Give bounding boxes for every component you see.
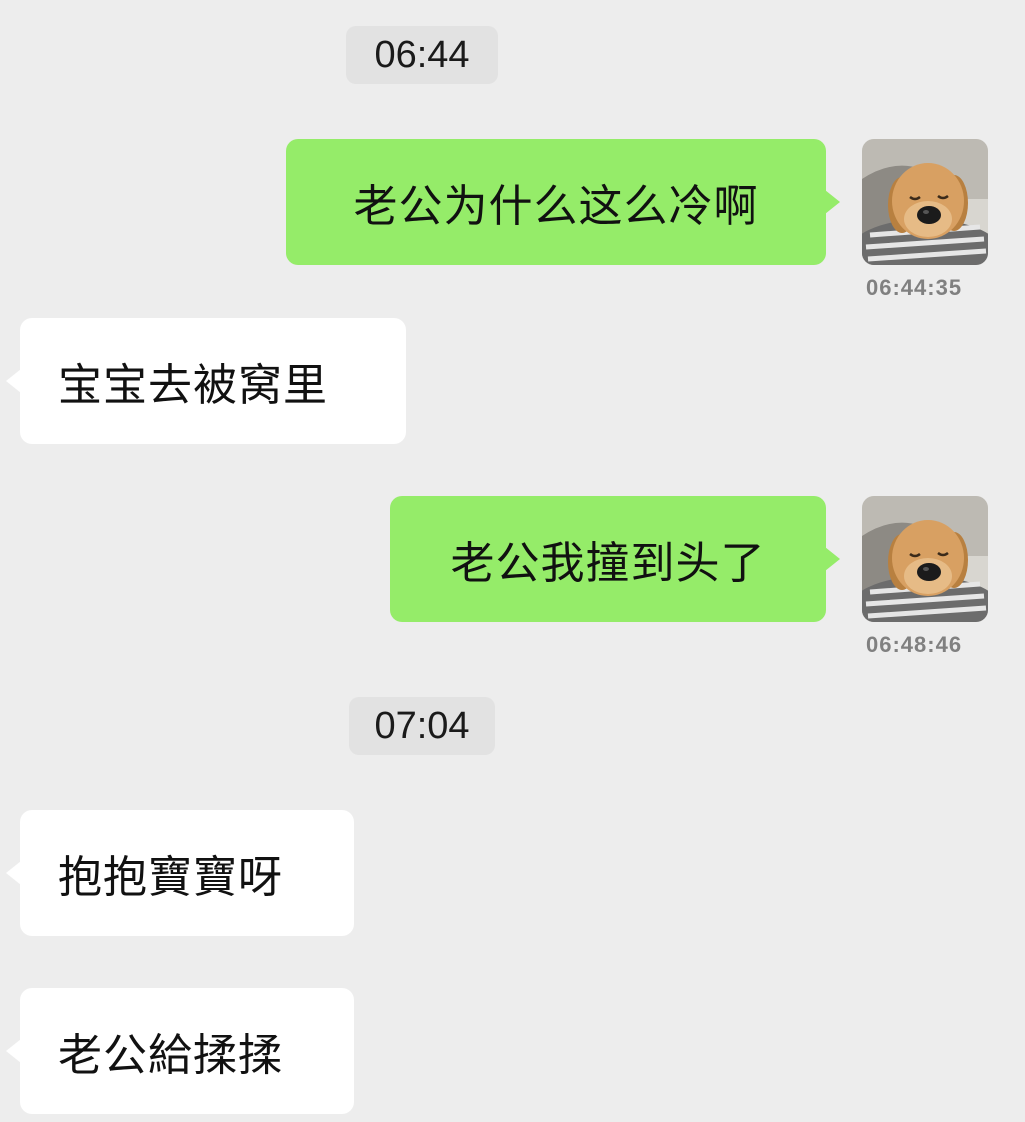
message-timestamp: 06:48:46 <box>866 632 963 657</box>
user-avatar[interactable] <box>862 139 988 265</box>
message-bubble-outgoing[interactable]: 老公我撞到头了 <box>390 496 840 622</box>
bubble-tail <box>825 190 840 214</box>
message-text: 抱抱寶寶呀 <box>58 852 283 903</box>
message-bubble-incoming[interactable]: 老公給揉揉 <box>6 988 354 1114</box>
message-bubble-incoming[interactable]: 宝宝去被窝里 <box>6 318 406 444</box>
message-text: 宝宝去被窝里 <box>58 360 328 411</box>
bubble-tail <box>6 1039 21 1063</box>
message-bubble-incoming[interactable]: 抱抱寶寶呀 <box>6 810 354 936</box>
time-separator: 06:44 <box>346 26 498 84</box>
bubble-tail <box>6 369 21 393</box>
user-avatar[interactable] <box>862 496 988 622</box>
message-timestamp: 06:44:35 <box>866 275 963 300</box>
message-text: 老公給揉揉 <box>58 1030 283 1081</box>
bubble-tail <box>825 547 840 571</box>
message-text: 老公我撞到头了 <box>450 538 766 589</box>
time-separator: 07:04 <box>349 697 495 755</box>
puppy-avatar-icon <box>862 139 988 265</box>
message-bubble-outgoing[interactable]: 老公为什么这么冷啊 <box>286 139 840 265</box>
bubble-tail <box>6 861 21 885</box>
puppy-avatar-icon <box>862 496 988 622</box>
message-text: 老公为什么这么冷啊 <box>353 181 759 232</box>
